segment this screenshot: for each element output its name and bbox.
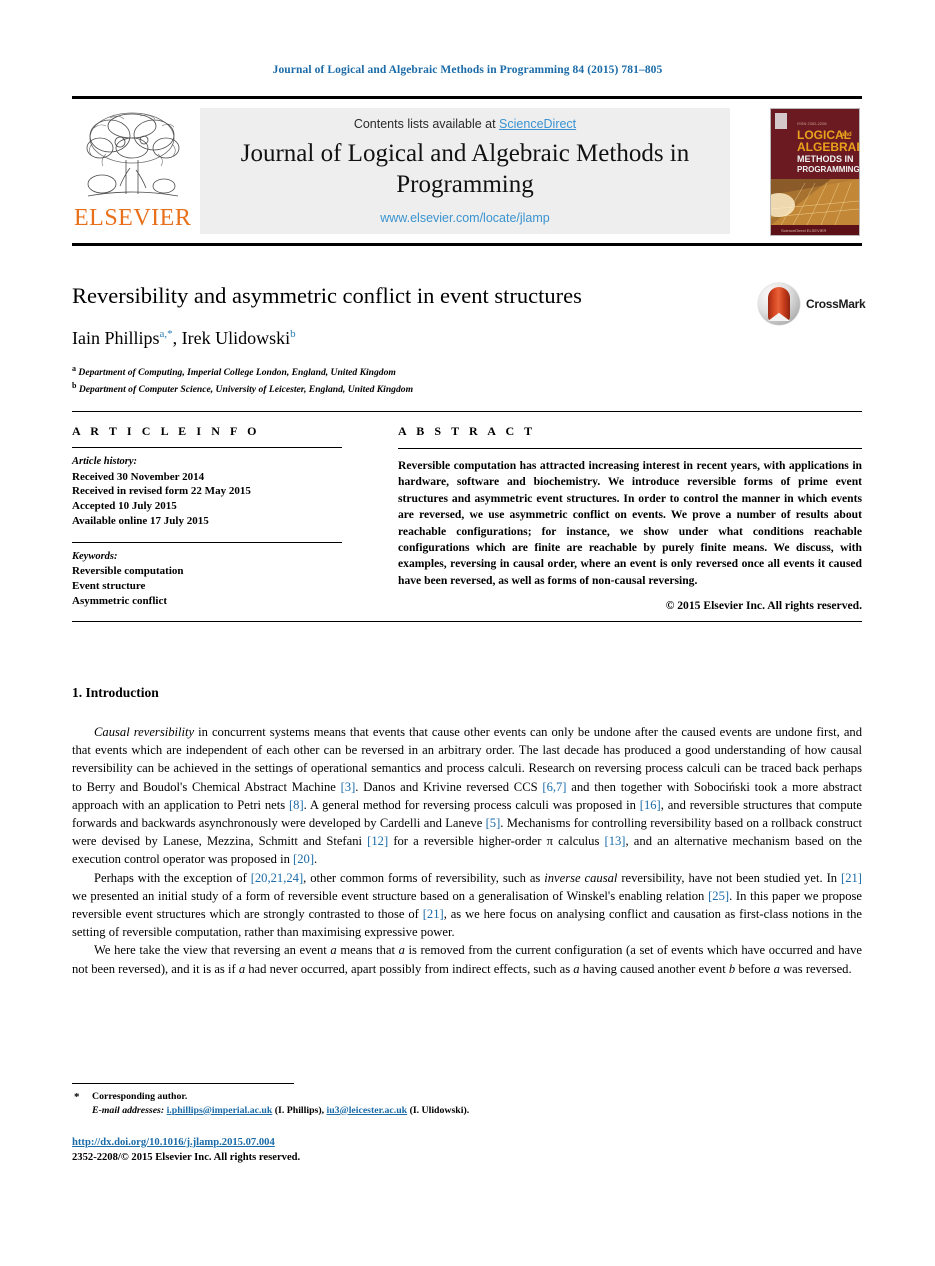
email-owner-ulidowski: (I. Ulidowski) <box>409 1104 467 1116</box>
affiliation-b-marker: b <box>72 380 77 390</box>
keywords-block: Keywords: Reversible computation Event s… <box>72 541 342 609</box>
crossmark-circle-icon <box>758 283 800 325</box>
masthead-band: Contents lists available at ScienceDirec… <box>200 108 730 234</box>
paragraph-2: Perhaps with the exception of [20,21,24]… <box>72 870 863 940</box>
doi-block: http://dx.doi.org/10.1016/j.jlamp.2015.0… <box>72 1136 300 1165</box>
journal-url-link[interactable]: www.elsevier.com/locate/jlamp <box>200 211 730 225</box>
abstract-copyright: © 2015 Elsevier Inc. All rights reserved… <box>665 599 862 613</box>
abstract-text: Reversible computation has attracted inc… <box>398 459 862 587</box>
journal-cover-art: ISSN 2352-2208 LOGICAL and ALGEBRAIC MET… <box>771 109 859 235</box>
paragraph-1: Causal reversibility in concurrent syste… <box>72 725 863 867</box>
asterisk-icon: * <box>74 1091 80 1103</box>
author-2-affiliation-marker[interactable]: b <box>290 328 296 340</box>
history-revised: Received in revised form 22 May 2015 <box>72 485 251 498</box>
elsevier-wordmark: ELSEVIER <box>74 205 192 231</box>
svg-text:ScienceDirect ELSEVIER: ScienceDirect ELSEVIER <box>781 228 826 233</box>
keywords-divider <box>72 541 342 543</box>
footnotes: * Corresponding author. E-mail addresses… <box>72 1090 672 1117</box>
page-title: Reversibility and asymmetric conflict in… <box>72 283 582 308</box>
author-1-affiliation-marker[interactable]: a,* <box>160 328 173 340</box>
email-link-phillips[interactable]: i.phillips@imperial.ac.uk <box>167 1105 273 1116</box>
article-info-column: A R T I C L E I N F O Article history: R… <box>72 424 342 609</box>
masthead-inner: ELSEVIER Contents lists available at Sci… <box>72 102 862 240</box>
corresponding-author-text: Corresponding author. <box>92 1091 188 1102</box>
svg-text:and: and <box>841 132 852 138</box>
contents-prefix: Contents lists available at <box>353 117 500 131</box>
paper-page: Journal of Logical and Algebraic Methods… <box>0 0 935 1266</box>
email-label: E-mail addresses: <box>92 1104 165 1116</box>
keywords-label: Keywords: <box>72 550 118 562</box>
history-accepted: Accepted 10 July 2015 <box>72 500 177 513</box>
issn-copyright-line: 2352-2208/© 2015 Elsevier Inc. All right… <box>72 1151 301 1163</box>
article-info-heading: A R T I C L E I N F O <box>72 424 261 438</box>
body-area: 1. Introduction Causal reversibility in … <box>72 685 862 978</box>
svg-text:ALGEBRAIC: ALGEBRAIC <box>797 140 859 154</box>
abstract-column: A B S T R A C T Reversible computation h… <box>398 424 862 612</box>
svg-text:PROGRAMMING: PROGRAMMING <box>797 165 859 174</box>
email-line: E-mail addresses: i.phillips@imperial.ac… <box>92 1104 470 1116</box>
affiliation-a: a Department of Computing, Imperial Coll… <box>72 363 862 380</box>
abstract-divider <box>398 448 862 449</box>
footnote-corresponding: * Corresponding author. E-mail addresses… <box>72 1090 672 1117</box>
keyword-item-2: Event structure <box>72 579 146 592</box>
author-1: Iain Phillips <box>72 328 160 348</box>
svg-text:ISSN 2352-2208: ISSN 2352-2208 <box>797 121 827 126</box>
info-rule-top <box>72 411 862 412</box>
author-list: Iain Phillipsa,*, Irek Ulidowskib <box>72 328 296 348</box>
paragraph-3: We here take the view that reversing an … <box>72 943 862 976</box>
crossmark-badge[interactable]: CrossMark <box>758 283 866 327</box>
email-link-ulidowski[interactable]: iu3@leicester.ac.uk <box>327 1105 408 1116</box>
contents-line: Contents lists available at ScienceDirec… <box>200 117 730 131</box>
keyword-item-1: Reversible computation <box>72 565 184 578</box>
journal-masthead: ELSEVIER Contents lists available at Sci… <box>72 96 862 246</box>
abstract-heading: A B S T R A C T <box>398 424 536 438</box>
running-head: Journal of Logical and Algebraic Methods… <box>272 64 663 76</box>
crossmark-label: CrossMark <box>806 297 866 311</box>
affiliation-b: b Department of Computer Science, Univer… <box>72 380 862 397</box>
journal-cover-thumbnail: ISSN 2352-2208 LOGICAL and ALGEBRAIC MET… <box>770 108 860 236</box>
footnote-divider <box>72 1083 294 1084</box>
journal-title: Journal of Logical and Algebraic Methods… <box>240 140 690 198</box>
section-heading-introduction: 1. Introduction <box>72 685 159 700</box>
affiliation-list: a Department of Computing, Imperial Coll… <box>72 363 862 396</box>
affiliation-a-text: Department of Computing, Imperial Colleg… <box>78 367 396 379</box>
history-received: Received 30 November 2014 <box>72 470 205 483</box>
info-rule-bottom <box>72 621 862 622</box>
email-owner-phillips: (I. Phillips) <box>274 1104 322 1116</box>
svg-text:METHODS IN: METHODS IN <box>797 154 854 164</box>
elsevier-tree-icon <box>86 112 180 197</box>
affiliation-a-marker: a <box>72 364 76 373</box>
affiliation-b-text: Department of Computer Science, Universi… <box>78 383 414 395</box>
doi-link[interactable]: http://dx.doi.org/10.1016/j.jlamp.2015.0… <box>72 1137 275 1148</box>
article-history-label: Article history: <box>72 456 138 467</box>
sciencedirect-link[interactable]: ScienceDirect <box>499 117 576 131</box>
title-block: Reversibility and asymmetric conflict in… <box>72 283 866 396</box>
elsevier-logo: ELSEVIER <box>74 108 192 234</box>
keyword-item-3: Asymmetric conflict <box>72 594 167 607</box>
article-info-divider <box>72 447 342 448</box>
history-online: Available online 17 July 2015 <box>72 514 209 527</box>
author-2: Irek Ulidowski <box>181 328 291 348</box>
